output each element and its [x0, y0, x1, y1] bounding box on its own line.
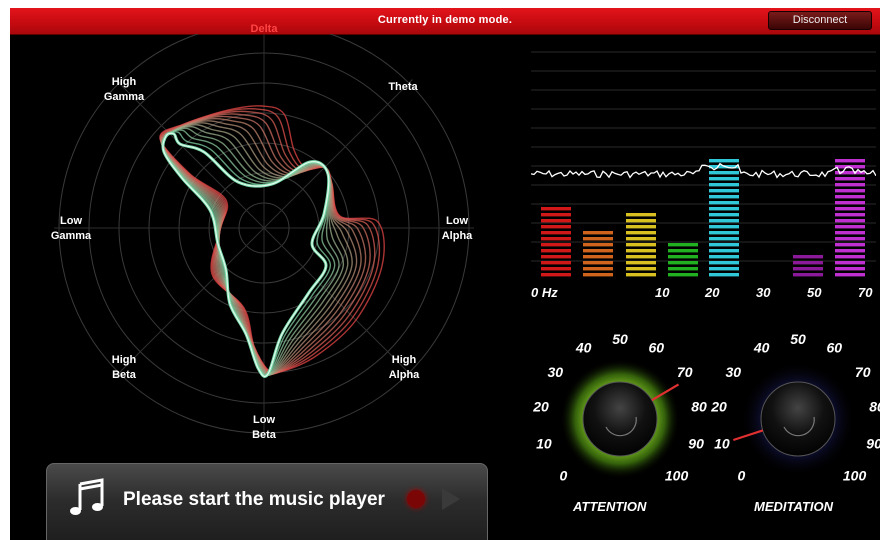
status-bar: Currently in demo mode. Disconnect	[10, 8, 880, 35]
brainwave-shape	[159, 105, 385, 378]
app-window: Currently in demo mode. Disconnect Delta…	[0, 0, 880, 540]
dial-scale-label: 10	[714, 436, 730, 452]
dial-scale-label: 20	[710, 398, 727, 414]
dial-scale-label: 50	[612, 331, 628, 347]
meditation-title: MEDITATION	[754, 499, 833, 514]
spectrum-bar	[668, 243, 698, 277]
axis-label-10: 10	[655, 285, 670, 300]
spectrum-gridlines	[531, 51, 876, 262]
label-low-alpha: Low Alpha	[441, 215, 473, 242]
axis-label-70: 70	[858, 285, 873, 300]
dial-scale-label: 80	[691, 398, 707, 414]
radar-spoke	[263, 79, 413, 229]
meditation-dial: 0 10 20 30 40 50 60 70 80 90 100	[710, 331, 880, 484]
dial-knob	[760, 381, 836, 457]
attention-title: ATTENTION	[573, 499, 647, 514]
axis-label-30: 30	[756, 285, 771, 300]
disconnect-button[interactable]: Disconnect	[768, 11, 872, 30]
dial-knob	[582, 381, 658, 457]
label-theta: Theta	[388, 81, 418, 93]
axis-label-20: 20	[705, 285, 720, 300]
dial-scale-label: 30	[725, 364, 741, 380]
label-low-gamma: Low Gamma	[50, 215, 92, 242]
brainwave-contour	[160, 120, 358, 376]
label-high-alpha: High Alpha	[388, 354, 420, 381]
dial-scale-label: 30	[547, 364, 563, 380]
player-message: Please start the music player	[123, 489, 385, 510]
dial-scale-label: 0	[738, 468, 746, 484]
spectrum-bar	[583, 231, 613, 277]
dial-scale-label: 60	[649, 340, 665, 356]
attention-dial: 0 10 20 30 40 50 60 70 80 90 100	[532, 331, 707, 484]
demo-mode-text: Currently in demo mode.	[377, 14, 513, 26]
dial-scale-label: 40	[753, 340, 770, 356]
play-button[interactable]	[442, 488, 460, 510]
dial-scale-label: 100	[843, 468, 867, 484]
spectrum-bars	[541, 159, 865, 277]
dial-scale-label: 70	[855, 364, 871, 380]
music-note-icon	[70, 478, 104, 515]
brainwave-visualizer: Currently in demo mode. Disconnect Delta…	[10, 8, 880, 540]
label-low-beta: Low Beta	[252, 414, 276, 441]
axis-label-0hz: 0 Hz	[531, 285, 558, 300]
dial-scale-label: 60	[827, 340, 843, 356]
dial-scale-label: 90	[688, 436, 704, 452]
label-delta: Delta	[250, 23, 278, 35]
spectrum-bar	[793, 255, 823, 277]
dial-scale-label: 50	[790, 331, 806, 347]
spectrum-bar	[709, 159, 739, 277]
dial-scale-label: 40	[575, 340, 592, 356]
axis-label-50: 50	[807, 285, 822, 300]
brainwave-radar-chart	[54, 34, 474, 438]
record-button[interactable]	[407, 490, 425, 508]
spectrum-bar	[835, 159, 865, 277]
dial-scale-label: 0	[560, 468, 568, 484]
dial-scale-label: 20	[532, 398, 549, 414]
dial-scale-label: 90	[866, 436, 880, 452]
label-high-gamma: High Gamma	[103, 76, 145, 103]
frequency-spectrum	[531, 51, 876, 277]
dial-scale-label: 80	[869, 398, 880, 414]
label-high-beta: High Beta	[111, 354, 137, 381]
dial-scale-label: 70	[677, 364, 693, 380]
dial-scale-label: 100	[665, 468, 689, 484]
dial-scale-label: 10	[536, 436, 552, 452]
